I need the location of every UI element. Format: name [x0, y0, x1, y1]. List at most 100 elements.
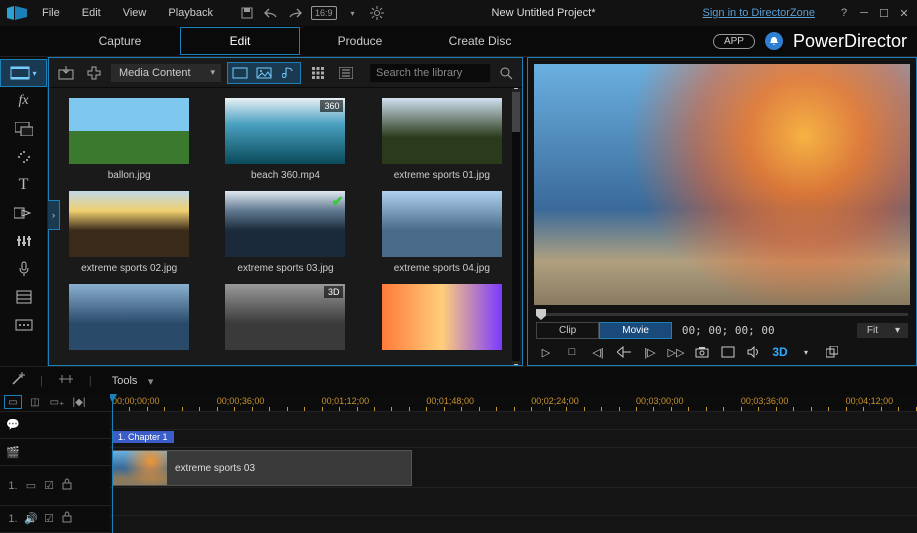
- search-icon[interactable]: [496, 63, 516, 83]
- plugin-icon[interactable]: [83, 62, 105, 84]
- help-icon[interactable]: ?: [837, 6, 851, 20]
- media-thumbnail[interactable]: extreme sports 02.jpg: [59, 191, 199, 274]
- scroll-thumb[interactable]: [512, 92, 520, 132]
- marker-track[interactable]: [110, 412, 917, 430]
- close-icon[interactable]: ✕: [897, 6, 911, 20]
- tool-audio-mix-icon[interactable]: [0, 227, 47, 255]
- media-thumbnail[interactable]: 3D: [215, 284, 355, 356]
- timeline-clip[interactable]: extreme sports 03: [112, 450, 412, 486]
- scroll-down-icon[interactable]: ▼: [512, 361, 520, 365]
- grid-view-icon[interactable]: [307, 62, 329, 84]
- library-menu-icon[interactable]: [335, 62, 357, 84]
- track-lock-icon[interactable]: [60, 478, 74, 493]
- tool-transition-icon[interactable]: [0, 199, 47, 227]
- notification-bell-icon[interactable]: [765, 32, 783, 50]
- chapter-marker[interactable]: 1. Chapter 1: [112, 431, 174, 443]
- tool-media-icon[interactable]: ▾: [0, 59, 47, 87]
- preview-panel: Clip Movie 00; 00; 00; 00 Fit ▷ □ ◁| |▷ …: [527, 57, 917, 366]
- timeline-view-icon[interactable]: ▭: [4, 395, 22, 409]
- track-visible-checkbox[interactable]: ☑: [42, 479, 56, 492]
- track-lock-icon[interactable]: [60, 511, 74, 526]
- filter-image-icon[interactable]: [252, 63, 276, 83]
- media-thumbnail[interactable]: [372, 284, 512, 356]
- redo-icon[interactable]: [287, 6, 303, 20]
- window-controls: ? ─ ☐ ✕: [837, 6, 911, 20]
- mode-edit[interactable]: Edit: [180, 27, 300, 55]
- import-icon[interactable]: [55, 62, 77, 84]
- 3d-dropdown-icon[interactable]: ▾: [798, 345, 814, 359]
- media-thumbnail[interactable]: ✔extreme sports 03.jpg: [215, 191, 355, 274]
- timeline-body[interactable]: 00;00;00;0000;00;36;0000;01;12;0000;01;4…: [110, 394, 917, 533]
- timeline-ruler[interactable]: 00;00;00;0000;00;36;0000;01;12;0000;01;4…: [110, 394, 917, 412]
- marker-track-icon[interactable]: 💬: [6, 418, 20, 431]
- tool-voice-icon[interactable]: [0, 255, 47, 283]
- thumbnail-badge: 3D: [324, 286, 344, 298]
- media-thumbnail[interactable]: 360beach 360.mp4: [215, 98, 355, 181]
- media-thumbnail[interactable]: ballon.jpg: [59, 98, 199, 181]
- clip-name: extreme sports 03: [167, 463, 263, 474]
- media-thumbnail[interactable]: extreme sports 04.jpg: [372, 191, 512, 274]
- mode-create-disc[interactable]: Create Disc: [420, 27, 540, 55]
- chapter-track[interactable]: 1. Chapter 1: [110, 430, 917, 448]
- tool-fx-icon[interactable]: fx: [0, 87, 47, 115]
- tool-chapter-icon[interactable]: [0, 283, 47, 311]
- tool-title-icon[interactable]: T: [0, 171, 47, 199]
- menu-edit[interactable]: Edit: [72, 3, 111, 23]
- mode-produce[interactable]: Produce: [300, 27, 420, 55]
- aspect-ratio-button[interactable]: 16:9: [311, 6, 337, 20]
- search-input[interactable]: Search the library: [370, 64, 490, 82]
- chapter-track-icon[interactable]: 🎬: [6, 446, 20, 459]
- stop-icon[interactable]: □: [564, 345, 580, 359]
- media-thumbnail[interactable]: [59, 284, 199, 356]
- audio-track-1[interactable]: [110, 488, 917, 516]
- library-filter-dropdown[interactable]: Media Content: [111, 64, 221, 82]
- playhead[interactable]: [112, 394, 113, 533]
- step-back-icon[interactable]: [616, 345, 632, 359]
- media-thumbnail[interactable]: extreme sports 01.jpg: [372, 98, 512, 181]
- save-icon[interactable]: [239, 6, 255, 20]
- signin-link[interactable]: Sign in to DirectorZone: [703, 7, 816, 19]
- video-track-icon[interactable]: ▭: [24, 479, 38, 492]
- menu-playback[interactable]: Playback: [158, 3, 223, 23]
- loop-icon[interactable]: [720, 345, 736, 359]
- preview-tab-clip[interactable]: Clip: [536, 322, 599, 339]
- preview-tab-movie[interactable]: Movie: [599, 322, 672, 339]
- tool-pip-icon[interactable]: [0, 115, 47, 143]
- minimize-icon[interactable]: ─: [857, 6, 871, 20]
- menu-file[interactable]: File: [32, 3, 70, 23]
- trim-icon[interactable]: [57, 373, 75, 388]
- fast-forward-icon[interactable]: ▷▷: [668, 345, 684, 359]
- track-audible-checkbox[interactable]: ☑: [42, 512, 56, 525]
- marker-icon[interactable]: |◆|: [70, 395, 88, 409]
- magic-wand-icon[interactable]: [10, 371, 26, 390]
- tools-dropdown[interactable]: Tools: [106, 373, 158, 389]
- filter-video-icon[interactable]: [228, 63, 252, 83]
- undock-icon[interactable]: [824, 345, 840, 359]
- filter-audio-icon[interactable]: [276, 63, 300, 83]
- tool-particle-icon[interactable]: [0, 143, 47, 171]
- prev-frame-icon[interactable]: ◁|: [590, 345, 606, 359]
- snapshot-icon[interactable]: [694, 345, 710, 359]
- track-header-markers: 💬: [0, 412, 110, 439]
- audio-track-icon[interactable]: 🔊: [24, 512, 38, 525]
- zoom-fit-dropdown[interactable]: Fit: [857, 323, 908, 338]
- next-frame-icon[interactable]: |▷: [642, 345, 658, 359]
- play-icon[interactable]: ▷: [538, 345, 554, 359]
- video-track-1[interactable]: extreme sports 03: [110, 448, 917, 488]
- volume-icon[interactable]: [746, 345, 762, 359]
- timeline-view-controls: ▭ ◫ ▭₊ |◆|: [0, 394, 110, 412]
- menu-view[interactable]: View: [113, 3, 157, 23]
- add-track-icon[interactable]: ▭₊: [48, 395, 66, 409]
- undo-icon[interactable]: [263, 6, 279, 20]
- settings-gear-icon[interactable]: [369, 6, 385, 20]
- seek-bar[interactable]: [536, 313, 908, 316]
- preview-canvas[interactable]: [534, 64, 910, 305]
- chevron-down-icon[interactable]: ▾: [345, 6, 361, 20]
- library-scrollbar[interactable]: ▲ ▼: [512, 92, 520, 361]
- mode-capture[interactable]: Capture: [60, 27, 180, 55]
- maximize-icon[interactable]: ☐: [877, 6, 891, 20]
- storyboard-view-icon[interactable]: ◫: [26, 395, 44, 409]
- app-button[interactable]: APP: [713, 34, 755, 49]
- 3d-button[interactable]: 3D: [772, 345, 788, 359]
- tool-subtitle-icon[interactable]: [0, 311, 47, 339]
